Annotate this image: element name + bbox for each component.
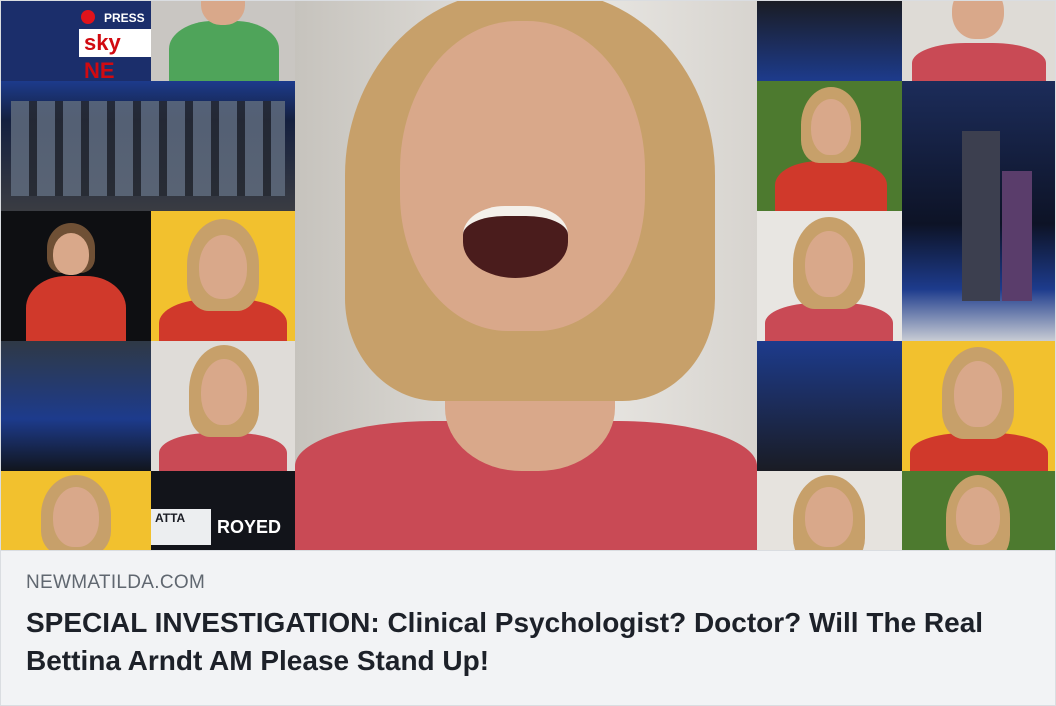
caption-fragment-left: ATTA <box>155 511 186 525</box>
main-mouth <box>463 206 568 278</box>
collage-tile-white-bg <box>757 211 902 341</box>
caption-fragment-right: ROYED <box>217 517 282 537</box>
collage-tile-caption: ATTA ROYED <box>151 471 295 550</box>
press-label: PRESS <box>104 11 145 25</box>
collage-tile-studio-right <box>757 341 902 471</box>
collage-tile-sky-news: PRESS sky NE <box>1 1 151 81</box>
collage-tile-top-right <box>902 1 1055 81</box>
collage-tile-yellow-red <box>151 211 295 341</box>
collage-tile-yellow-small <box>1 471 151 550</box>
record-dot-icon <box>81 10 95 24</box>
collage-tile-palms <box>757 81 902 211</box>
link-domain: NEWMATILDA.COM <box>26 572 206 593</box>
collage-main-portrait <box>295 1 757 550</box>
collage-tile-bottom-right-b <box>902 471 1055 550</box>
collage-tile-yellow-right <box>902 341 1055 471</box>
collage-tile-city-night <box>902 81 1055 341</box>
link-preview-meta[interactable]: NEWMATILDA.COM SPECIAL INVESTIGATION: Cl… <box>1 550 1055 705</box>
collage-tile-studio-desk <box>1 341 151 471</box>
collage-tile-bottom-right-a <box>757 471 902 550</box>
main-face <box>400 21 645 331</box>
collage-tile-blue-strip <box>757 1 902 81</box>
sky-news-logo: sky NE <box>79 29 151 81</box>
collage-tile-newsroom <box>1 81 295 211</box>
preview-image[interactable]: PRESS sky NE ATTA ROYED <box>1 1 1055 550</box>
collage-tile-green-dress <box>151 1 295 81</box>
link-preview-card[interactable]: PRESS sky NE ATTA ROYED NEWMATILDA.COM S… <box>0 0 1056 706</box>
collage-tile-podium <box>1 211 151 341</box>
collage-tile-interview-pink <box>151 341 295 471</box>
link-headline[interactable]: SPECIAL INVESTIGATION: Clinical Psycholo… <box>26 604 1016 680</box>
